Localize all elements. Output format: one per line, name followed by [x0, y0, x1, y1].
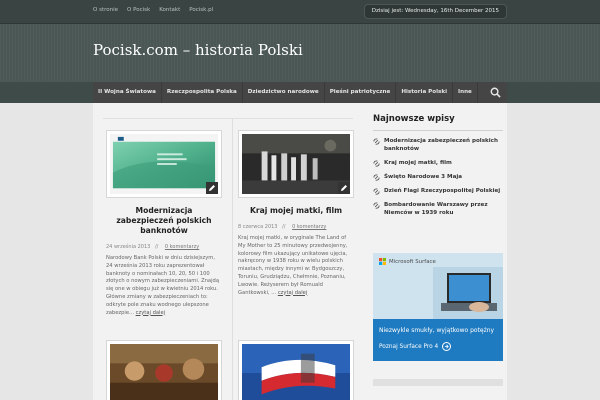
top-nav-link[interactable]: Pocisk.pl: [189, 7, 213, 13]
ad-banner[interactable]: Microsoft Surface Niezwykle smukły, wyją…: [373, 253, 503, 361]
main-nav: II Wojna Światowa Rzeczpospolita Polska …: [93, 82, 507, 103]
edit-icon[interactable]: [338, 182, 350, 194]
link-icon: [373, 174, 380, 181]
date-display: Dzisiaj jest: Wednesday, 16th December 2…: [363, 4, 507, 19]
excerpt-text: Kraj mojej matki, w oryginale The Land o…: [238, 235, 348, 296]
ad-tagline: Niezwykle smukły, wyjątkowo potężny: [379, 327, 495, 334]
nav-item-piesni[interactable]: Pieśni patriotyczne: [325, 82, 397, 103]
recent-posts-list: Modernizacja zabezpieczeń polskich bankn…: [373, 137, 503, 217]
recent-post-link[interactable]: Bombardowanie Warszawy przez Niemców w 1…: [373, 201, 503, 217]
post-card: Kraj mojej matki, film 8 czerwca 2013 //…: [238, 130, 354, 297]
nav-item-inne[interactable]: Inne: [453, 82, 478, 103]
post-thumbnail[interactable]: [106, 130, 222, 198]
recent-post-link[interactable]: Kraj mojej matki, film: [373, 159, 503, 167]
comments-link[interactable]: 0 komentarzy: [165, 244, 199, 250]
film-still-image: [242, 134, 350, 194]
link-icon: [373, 188, 380, 195]
site-header: Pocisk.com – historia Polski: [0, 24, 600, 82]
painting-image: [110, 344, 218, 400]
edit-icon[interactable]: [206, 182, 218, 194]
ad-cta-label: Poznaj Surface Pro 4: [379, 343, 439, 350]
excerpt-text: Narodowy Bank Polski w dniu dzisiejszym,…: [106, 255, 219, 316]
meta-separator: //: [154, 244, 159, 250]
laptop-image: [433, 267, 503, 319]
post-card: Modernizacja zabezpieczeń polskich bankn…: [106, 130, 222, 317]
top-bar: O stronie O Pocisk Kontakt Pocisk.pl Dzi…: [0, 0, 600, 24]
post-thumbnail[interactable]: [238, 340, 354, 400]
divider: [232, 118, 233, 400]
post-excerpt: Narodowy Bank Polski w dniu dzisiejszym,…: [106, 255, 222, 317]
ad-brand-text: Microsoft Surface: [389, 258, 436, 265]
nav-item-wojna[interactable]: II Wojna Światowa: [93, 82, 162, 103]
post-title[interactable]: Modernizacja zabezpieczeń polskich bankn…: [106, 206, 222, 236]
flag-image: [242, 344, 350, 400]
post-title[interactable]: Kraj mojej matki, film: [238, 206, 354, 216]
ad-brand: Microsoft Surface: [379, 258, 436, 265]
link-icon: [373, 160, 380, 167]
microsoft-logo-icon: [379, 258, 386, 265]
post-excerpt: Kraj mojej matki, w oryginale The Land o…: [238, 235, 354, 297]
post-date: 8 czerwca 2013: [238, 224, 278, 230]
link-icon: [373, 138, 380, 145]
recent-post-label: Dzień Flagi Rzeczypospolitej Polskiej: [384, 188, 501, 194]
post-date: 24 września 2013: [106, 244, 151, 250]
post-thumbnail[interactable]: [106, 340, 222, 400]
ad-band: Niezwykle smukły, wyjątkowo potężny Pozn…: [373, 319, 503, 361]
recent-post-link[interactable]: Święto Narodowe 3 Maja: [373, 173, 503, 181]
top-nav: O stronie O Pocisk Kontakt Pocisk.pl: [93, 7, 213, 13]
sidebar-widget-bar: [373, 379, 503, 386]
sidebar: Najnowsze wpisy Modernizacja zabezpiecze…: [373, 114, 503, 223]
divider: [103, 118, 353, 119]
nav-item-dziedzictwo[interactable]: Dziedzictwo narodowe: [243, 82, 325, 103]
recent-post-label: Modernizacja zabezpieczeń polskich bankn…: [384, 138, 498, 152]
recent-post-link[interactable]: Dzień Flagi Rzeczypospolitej Polskiej: [373, 187, 503, 195]
nav-item-rzeczpospolita[interactable]: Rzeczpospolita Polska: [162, 82, 243, 103]
link-icon: [373, 202, 380, 209]
recent-post-label: Kraj mojej matki, film: [384, 160, 452, 166]
nav-item-historia[interactable]: Historia Polski: [396, 82, 453, 103]
post-meta: 24 września 2013 // 0 komentarzy: [106, 244, 222, 250]
top-nav-link[interactable]: O stronie: [93, 7, 118, 13]
post-thumbnail[interactable]: [238, 130, 354, 198]
recent-post-link[interactable]: Modernizacja zabezpieczeń polskich bankn…: [373, 137, 503, 153]
read-more-link[interactable]: czytaj dalej: [278, 290, 308, 296]
meta-separator: //: [282, 224, 286, 230]
recent-post-label: Bombardowanie Warszawy przez Niemców w 1…: [384, 202, 488, 216]
widget-title: Najnowsze wpisy: [373, 114, 503, 131]
post-meta: 8 czerwca 2013 // 0 komentarzy: [238, 224, 354, 230]
read-more-link[interactable]: czytaj dalej: [136, 310, 166, 316]
comments-link[interactable]: 0 komentarzy: [292, 224, 326, 230]
top-nav-link[interactable]: O Pocisk: [127, 7, 150, 13]
banknote-image: [110, 134, 218, 194]
recent-post-label: Święto Narodowe 3 Maja: [384, 174, 463, 180]
arrow-right-icon: [442, 342, 452, 351]
ad-cta[interactable]: Poznaj Surface Pro 4: [379, 342, 452, 351]
site-title[interactable]: Pocisk.com – historia Polski: [93, 41, 303, 59]
search-icon[interactable]: [490, 87, 501, 98]
top-nav-link[interactable]: Kontakt: [159, 7, 180, 13]
